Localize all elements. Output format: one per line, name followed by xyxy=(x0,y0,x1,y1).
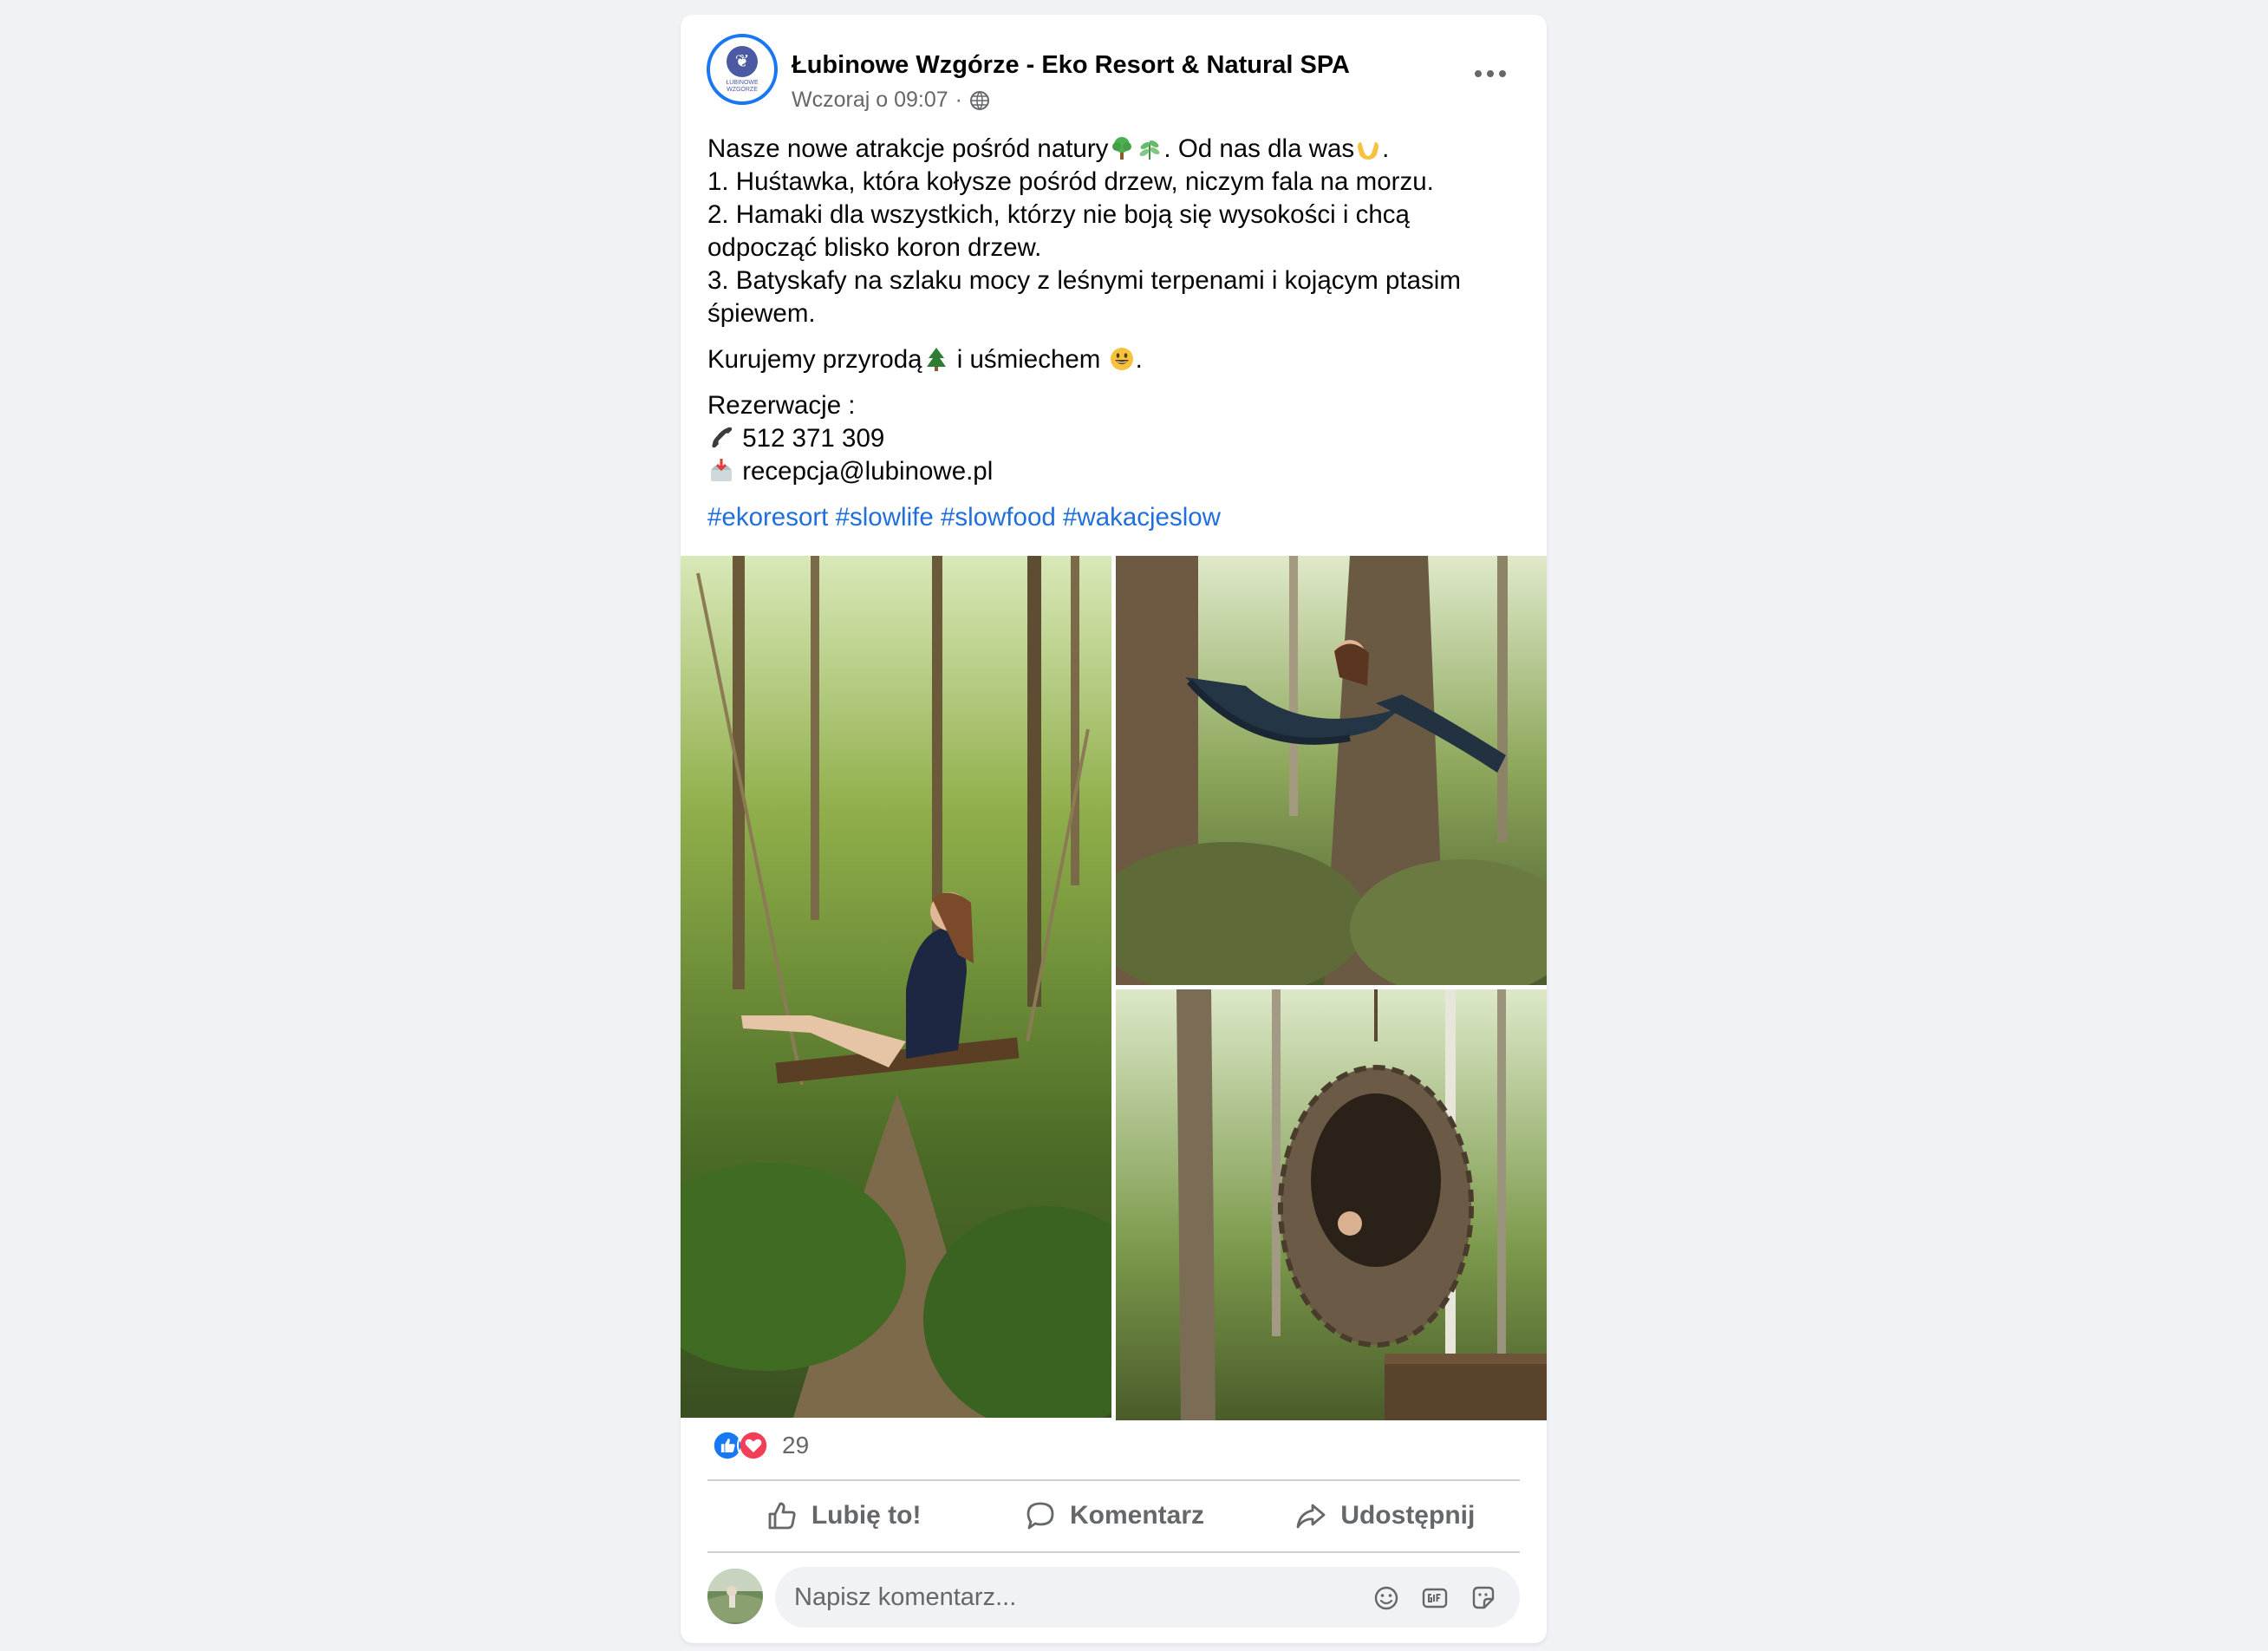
action-bar: Lubię to! Komentarz Udostępnij xyxy=(707,1482,1520,1550)
user-avatar[interactable] xyxy=(707,1569,763,1624)
herb-emoji-icon xyxy=(1140,140,1160,160)
post-paragraph-1: Nasze nowe atrakcje pośród natury . Od na… xyxy=(707,133,1522,330)
post-text: Nasze nowe atrakcje pośród natury . Od na… xyxy=(707,133,1522,547)
post-meta: Wczoraj o 09:07 · xyxy=(792,88,990,113)
avatar-logo-text: ŁUBINOWE WZGÓRZE xyxy=(726,79,759,93)
hashtag-link[interactable]: #slowlife xyxy=(836,503,934,532)
photo-nest[interactable] xyxy=(1116,989,1547,1420)
contact-label: Rezerwacje : xyxy=(707,391,856,420)
comment-button[interactable]: Komentarz xyxy=(978,1482,1248,1550)
thumbs-up-icon xyxy=(768,1502,796,1530)
globe-icon[interactable] xyxy=(969,90,990,111)
hashtag-list: #ekoresort #slowlife #slowfood #wakacjes… xyxy=(707,501,1522,534)
open-hands-emoji-icon xyxy=(1358,142,1379,160)
page-avatar[interactable]: ❦ ŁUBINOWE WZGÓRZE xyxy=(707,34,778,105)
post-paragraph-3: Rezerwacje : 512 371 309 recepcja@lubino… xyxy=(707,389,1522,488)
text-line: 3. Batyskafy na szlaku mocy z leśnymi te… xyxy=(707,266,1461,328)
like-button[interactable]: Lubię to! xyxy=(707,1482,978,1550)
text-line: Nasze nowe atrakcje pośród natury xyxy=(707,134,1109,163)
meta-separator: · xyxy=(955,88,962,112)
text-line: 2. Hamaki dla wszystkich, którzy nie boj… xyxy=(707,200,1410,262)
love-reaction-icon xyxy=(737,1429,770,1462)
text-line: Kurujemy przyrodą xyxy=(707,345,922,374)
like-label: Lubię to! xyxy=(811,1501,922,1530)
evergreen-emoji-icon xyxy=(926,348,946,371)
share-label: Udostępnij xyxy=(1340,1501,1476,1530)
telephone-receiver-icon xyxy=(712,427,733,448)
comment-label: Komentarz xyxy=(1069,1501,1204,1530)
emoji-icon[interactable] xyxy=(1372,1583,1401,1613)
tree-emoji-icon xyxy=(1112,137,1132,160)
sticker-icon[interactable] xyxy=(1469,1583,1498,1613)
photo-swing[interactable] xyxy=(681,556,1111,1418)
comment-icon xyxy=(1026,1502,1054,1530)
inbox-tray-icon xyxy=(711,459,732,481)
email-address[interactable]: recepcja@lubinowe.pl xyxy=(742,457,993,486)
text-line: . xyxy=(1382,134,1390,163)
post-paragraph-2: Kurujemy przyrodą i uśmiechem . xyxy=(707,343,1522,376)
hashtag-link[interactable]: #wakacjeslow xyxy=(1063,503,1221,532)
photo-hammock[interactable] xyxy=(1116,556,1547,985)
reaction-count[interactable]: 29 xyxy=(782,1432,809,1459)
comment-input[interactable] xyxy=(794,1567,1349,1628)
text-line: . Od nas dla was xyxy=(1163,134,1355,163)
text-line: i uśmiechem xyxy=(949,345,1108,374)
hashtag-link[interactable]: #ekoresort xyxy=(707,503,828,532)
hashtag-link[interactable]: #slowfood xyxy=(941,503,1056,532)
post-timestamp[interactable]: Wczoraj o 09:07 xyxy=(792,88,948,113)
divider xyxy=(707,1479,1520,1481)
phone-number[interactable]: 512 371 309 xyxy=(742,424,884,453)
photo-grid xyxy=(681,542,1547,1421)
share-icon xyxy=(1296,1504,1326,1529)
more-options-icon[interactable] xyxy=(1473,67,1508,81)
grinning-face-emoji-icon xyxy=(1110,348,1133,370)
page-logo-icon: ❦ xyxy=(727,45,758,77)
text-line: 1. Huśtawka, która kołysze pośród drzew,… xyxy=(707,167,1434,196)
share-button[interactable]: Udostępnij xyxy=(1249,1482,1520,1550)
reactions-summary[interactable]: 29 xyxy=(711,1426,809,1465)
comment-composer xyxy=(707,1567,1520,1628)
post-header: ❦ ŁUBINOWE WZGÓRZE Łubinowe Wzgórze - Ek… xyxy=(681,15,1547,119)
page-name-link[interactable]: Łubinowe Wzgórze - Eko Resort & Natural … xyxy=(792,51,1350,80)
divider xyxy=(707,1551,1520,1553)
comment-box xyxy=(775,1567,1520,1628)
post-card: ❦ ŁUBINOWE WZGÓRZE Łubinowe Wzgórze - Ek… xyxy=(681,15,1547,1643)
gif-icon[interactable] xyxy=(1420,1583,1450,1613)
text-line: . xyxy=(1135,345,1143,374)
